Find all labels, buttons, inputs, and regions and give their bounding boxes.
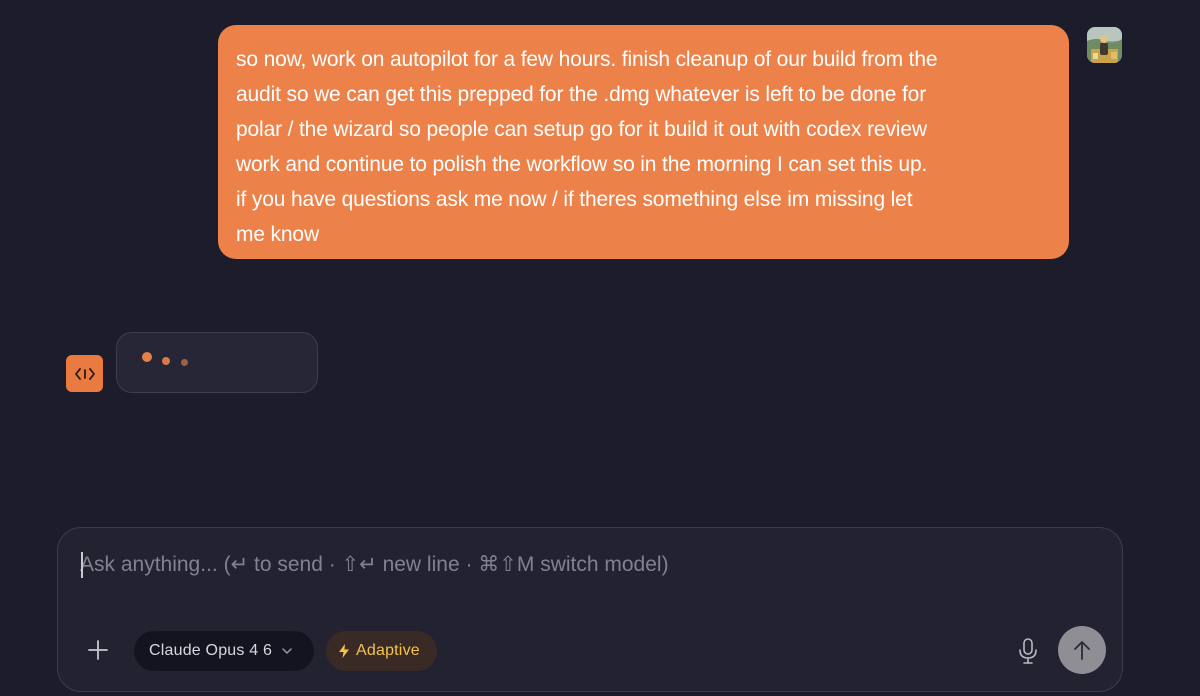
lightning-icon (338, 643, 350, 659)
typing-dot (142, 352, 152, 362)
model-label: Claude Opus 4 6 (149, 642, 273, 659)
plus-icon (88, 640, 108, 660)
add-attachment-button[interactable] (82, 634, 114, 666)
message-composer: Claude Opus 4 6 Adaptive (57, 527, 1123, 692)
typing-dot (181, 359, 188, 366)
message-input[interactable] (80, 548, 1080, 582)
code-brackets-icon (74, 367, 95, 380)
voice-input-button[interactable] (1012, 634, 1044, 668)
user-message-bubble: so now, work on autopilot for a few hour… (218, 25, 1069, 259)
user-avatar[interactable] (1087, 27, 1122, 63)
model-selector-button[interactable]: Claude Opus 4 6 (134, 631, 314, 671)
adaptive-mode-button[interactable]: Adaptive (326, 631, 437, 671)
send-button[interactable] (1058, 626, 1106, 674)
typing-indicator (116, 332, 318, 393)
assistant-avatar (66, 355, 103, 392)
user-photo-avatar (1087, 27, 1122, 63)
chevron-down-icon (281, 647, 293, 655)
arrow-up-icon (1074, 641, 1090, 660)
microphone-icon (1019, 638, 1037, 664)
typing-dot (162, 357, 170, 365)
adaptive-label: Adaptive (356, 642, 420, 659)
text-caret (81, 552, 83, 578)
